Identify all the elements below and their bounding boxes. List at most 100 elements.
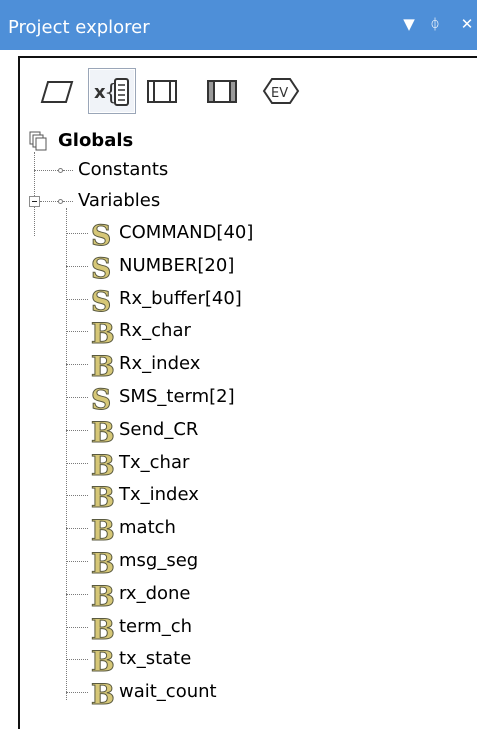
tree-connector [66, 561, 88, 562]
variable-name: NUMBER[20] [119, 254, 235, 276]
event-icon: EV [262, 78, 300, 104]
close-button[interactable]: ✕ [455, 12, 477, 36]
variable-item[interactable]: Bwait_count [88, 677, 448, 707]
explorer-tree: Globals Constants Variables S COMMAND[40]… [20, 126, 477, 726]
variable-name: match [119, 517, 176, 539]
variable-name: msg_seg [119, 550, 199, 571]
variable-name: Rx_buffer[40] [119, 287, 242, 309]
byte-type-icon: B [91, 515, 115, 543]
tree-connector [66, 626, 88, 628]
tree-connector [66, 397, 88, 398]
panel-titlebar: Project explorer ▼ ᛰ ✕ [0, 0, 477, 50]
variable-name: term_ch [119, 615, 193, 637]
variable-type-letter: B [91, 318, 114, 346]
tree-connector [66, 528, 88, 530]
byte-type-icon: B [91, 581, 115, 609]
component-icon [207, 80, 237, 103]
variables-tab[interactable]: x { [88, 68, 136, 114]
variable-type-letter: B [91, 450, 114, 478]
event-icon-text: EV [271, 86, 288, 101]
variable-item[interactable]: B Send_CR [88, 415, 448, 445]
pin-icon: ᛰ [430, 15, 440, 33]
tree-connector [66, 364, 88, 366]
tree-connector [66, 593, 88, 595]
macros-tab[interactable] [138, 68, 186, 114]
variable-type-letter: S [91, 253, 111, 281]
variable-item[interactable]: S Rx_buffer[40] [88, 284, 448, 314]
variable-item[interactable]: S NUMBER[20] [88, 251, 448, 281]
explorer-toolbar: x {EV [32, 66, 412, 118]
close-icon: ✕ [460, 15, 474, 33]
tree-connector [63, 201, 73, 202]
variable-type-letter: S [91, 220, 111, 248]
string-type-icon: S [91, 286, 112, 314]
variable-item[interactable]: B Tx_index [88, 480, 448, 510]
tree-connector [66, 462, 88, 464]
variable-item[interactable]: B Rx_index [88, 349, 448, 379]
variable-item[interactable]: B Rx_char [88, 316, 448, 346]
tree-connector [66, 495, 88, 497]
events-tab[interactable]: EV [256, 68, 304, 114]
parallelogram-flow-icon [40, 81, 74, 103]
variable-item[interactable]: Bterm_ch [88, 612, 448, 642]
byte-type-icon: B [91, 482, 115, 510]
variable-item[interactable]: S COMMAND[40] [88, 218, 448, 248]
tree-node-constants[interactable]: Constants [78, 155, 168, 185]
constants-label: Constants [78, 159, 169, 180]
variable-type-letter: S [91, 286, 111, 314]
macro-icon [147, 80, 177, 103]
components-tab[interactable] [198, 68, 246, 114]
tree-root-globals[interactable]: Globals [28, 126, 228, 156]
variable-item[interactable]: Brx_done [88, 579, 448, 609]
variable-name: Tx_char [119, 451, 190, 473]
string-type-icon: S [91, 253, 112, 281]
variable-item[interactable]: Btx_state [88, 644, 448, 674]
variable-name: Rx_char [119, 320, 191, 342]
variable-name: Rx_index [119, 353, 201, 375]
variable-name: wait_count [119, 681, 217, 703]
string-type-icon: S [91, 384, 112, 412]
variable-name: Send_CR [119, 418, 199, 440]
tree-connector [66, 298, 88, 300]
variable-name: Tx_index [119, 484, 199, 506]
variable-name: COMMAND[40] [119, 222, 254, 243]
variable-name: SMS_term[2] [119, 386, 235, 407]
tree-connector [66, 659, 88, 661]
tree-connector [66, 233, 88, 234]
tree-node-variables[interactable]: Variables [78, 186, 160, 216]
pin-button[interactable]: ᛰ [425, 12, 445, 36]
string-type-icon: S [91, 220, 112, 248]
project-explorer-panel: x {EV Globals Constants Variables S COM… [18, 56, 477, 729]
variable-type-letter: B [91, 646, 114, 674]
variable-item[interactable]: Bmsg_seg [88, 546, 448, 576]
tree-connector [34, 170, 58, 171]
byte-type-icon: B [91, 351, 115, 379]
byte-type-icon: B [91, 614, 115, 642]
variable-type-letter: B [91, 482, 114, 510]
flowchart-tab[interactable] [34, 68, 82, 114]
globals-icon [29, 131, 47, 151]
variable-item[interactable]: Bmatch [88, 513, 448, 543]
byte-type-icon: B [91, 646, 115, 674]
variable-item[interactable]: B Tx_char [88, 448, 448, 478]
tree-connector [40, 201, 58, 202]
variable-type-letter: B [91, 679, 114, 707]
panel-title: Project explorer [8, 17, 150, 38]
variable-item[interactable]: S SMS_term[2] [88, 382, 448, 412]
panel-menu-button[interactable]: ▼ [398, 12, 420, 36]
variables-label: Variables [78, 190, 161, 211]
variable-name: tx_state [119, 648, 192, 670]
variables-collapse-toggle[interactable] [29, 196, 40, 207]
variable-type-letter: B [91, 614, 114, 642]
variable-type-letter: B [91, 417, 114, 445]
tree-connector [66, 265, 88, 267]
tree-root-label: Globals [58, 130, 134, 151]
byte-type-icon: B [91, 679, 115, 707]
tree-connector [63, 170, 73, 171]
variable-name: rx_done [119, 582, 191, 604]
tree-connector [66, 331, 88, 333]
tree-connector [66, 429, 88, 431]
variable-type-letter: B [91, 515, 114, 543]
variable-type-letter: B [91, 351, 114, 379]
variable-type-letter: B [91, 548, 114, 576]
